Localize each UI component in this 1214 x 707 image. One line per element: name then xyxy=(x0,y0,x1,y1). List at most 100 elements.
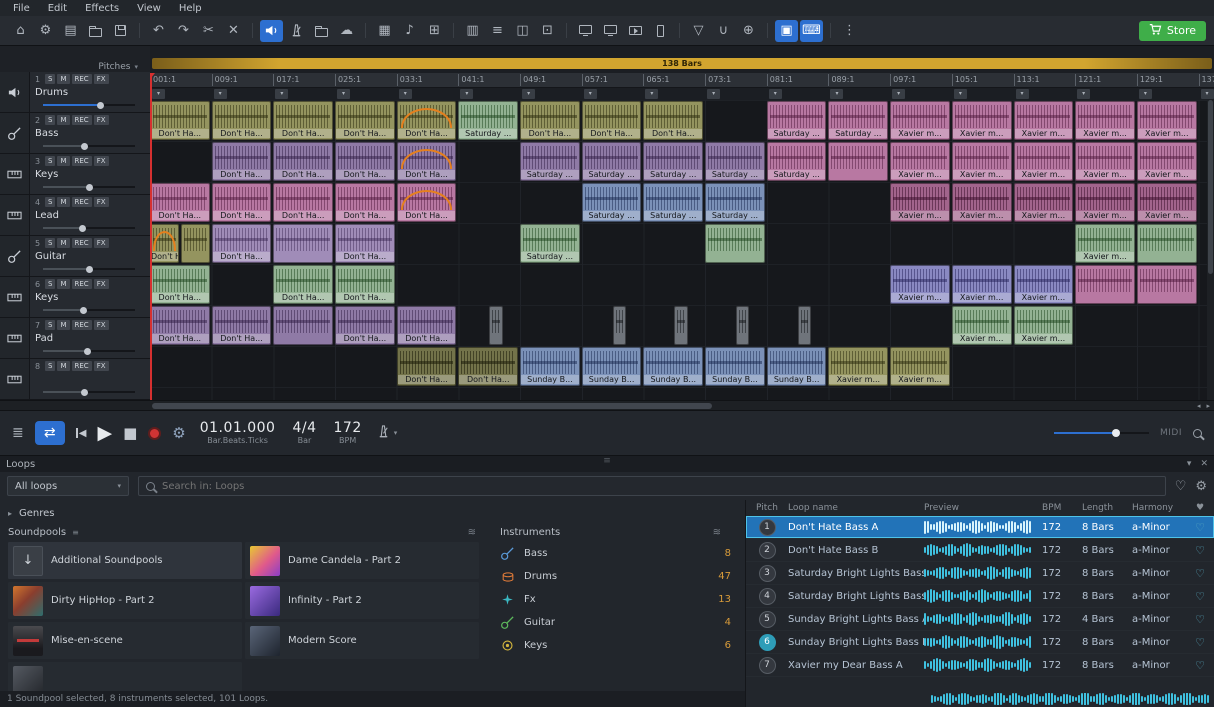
audio-clip[interactable]: Xavier m... xyxy=(952,101,1012,140)
volume-button[interactable]: ≡ xyxy=(486,20,509,42)
play-button[interactable]: ▶ xyxy=(97,422,112,444)
bpm-display[interactable]: 172 BPM xyxy=(334,420,362,445)
preview-monitor-button[interactable] xyxy=(599,20,622,42)
clip-variation-dropdown[interactable]: ▾ xyxy=(1139,89,1152,99)
track-volume-slider[interactable] xyxy=(43,347,135,355)
audio-clip[interactable]: Xavier m... xyxy=(1075,224,1135,263)
loop-playback-button[interactable]: ⇄ xyxy=(35,421,65,445)
audio-clip[interactable]: Don't Ha... xyxy=(335,265,395,304)
audio-clip[interactable]: Don't Ha... xyxy=(212,183,272,222)
audio-clip[interactable]: Xavier m... xyxy=(1014,265,1074,304)
track-6-rec-button[interactable]: REC xyxy=(72,279,92,289)
audio-clip[interactable] xyxy=(674,306,687,345)
favorite-heart-icon[interactable]: ♡ xyxy=(1188,613,1212,626)
panel-resize-grip[interactable]: ≡ xyxy=(603,456,611,466)
menu-edit[interactable]: Edit xyxy=(39,2,76,15)
audio-clip[interactable]: Saturday ... xyxy=(643,183,703,222)
menu-help[interactable]: Help xyxy=(170,2,211,15)
audio-clip[interactable]: Saturday ... xyxy=(520,142,580,181)
instrument-filter-item[interactable]: Bass8 xyxy=(500,542,731,565)
skip-to-start-button[interactable]: ◀ xyxy=(76,428,87,439)
pitch-circle[interactable]: 6 xyxy=(759,634,776,651)
horizontal-scrollbar-thumb[interactable] xyxy=(152,403,712,409)
track-5-fx-button[interactable]: FX xyxy=(94,238,109,248)
audio-clip[interactable] xyxy=(798,306,811,345)
pitch-circle[interactable]: 1 xyxy=(759,519,776,536)
preview-cell[interactable] xyxy=(924,634,1042,650)
track-header-6[interactable]: 6SMRECFXKeys xyxy=(0,277,150,318)
soundpool-item[interactable]: Mise-en-scene xyxy=(8,622,242,659)
track-5-m-button[interactable]: M xyxy=(57,238,69,248)
favorite-heart-icon[interactable]: ♡ xyxy=(1188,544,1212,557)
audio-clip[interactable]: Xavier m... xyxy=(952,183,1012,222)
audio-clip[interactable]: Don't Ha... xyxy=(150,183,210,222)
slider-knob[interactable] xyxy=(86,266,93,273)
audio-clip[interactable]: Saturday ... xyxy=(705,142,765,181)
filter-button[interactable]: ▽ xyxy=(687,20,710,42)
preview-cell[interactable] xyxy=(924,611,1042,627)
audio-clip[interactable]: Xavier m... xyxy=(890,142,950,181)
loops-settings-icon[interactable]: ⚙ xyxy=(1195,479,1207,494)
sort-icon[interactable]: ≡ xyxy=(72,528,79,537)
column-header-bpm[interactable]: BPM xyxy=(1042,503,1082,513)
metronome-button[interactable] xyxy=(285,20,308,42)
track-8-m-button[interactable]: M xyxy=(57,361,69,371)
video-monitor-button[interactable] xyxy=(574,20,597,42)
track-volume-slider[interactable] xyxy=(43,388,135,396)
column-header-preview[interactable]: Preview xyxy=(924,503,1042,513)
audio-clip[interactable] xyxy=(613,306,626,345)
audio-clip[interactable] xyxy=(828,142,888,181)
delete-button[interactable]: ✕ xyxy=(222,20,245,42)
loop-matrix-button[interactable]: ▦ xyxy=(373,20,396,42)
audio-clip[interactable]: Saturday ... xyxy=(582,183,642,222)
loop-row[interactable]: 7Xavier my Dear Bass A1728 Barsa-Minor♡ xyxy=(746,654,1214,677)
audio-clip[interactable]: Don't Ha... xyxy=(335,306,395,345)
cut-button[interactable]: ✂ xyxy=(197,20,220,42)
keyboard-panel-button[interactable]: ⌨ xyxy=(800,20,823,42)
audio-clip[interactable]: Saturday ... xyxy=(643,142,703,181)
pitches-selector[interactable]: Pitches ▾ xyxy=(0,62,150,72)
audio-clip[interactable]: Sunday B... xyxy=(520,347,580,386)
loop-row[interactable]: 2Don't Hate Bass B1728 Barsa-Minor♡ xyxy=(746,539,1214,562)
pitch-circle[interactable]: 2 xyxy=(759,542,776,559)
audio-clip[interactable] xyxy=(273,224,333,263)
melody-editor-button[interactable]: ♪ xyxy=(398,20,421,42)
slider-knob[interactable] xyxy=(81,389,88,396)
clip-variation-dropdown[interactable]: ▾ xyxy=(214,89,227,99)
track-1-fx-button[interactable]: FX xyxy=(94,74,109,84)
clip-variation-dropdown[interactable]: ▾ xyxy=(830,89,843,99)
menu-view[interactable]: View xyxy=(128,2,170,15)
clip-variation-dropdown[interactable]: ▾ xyxy=(645,89,658,99)
store-button[interactable]: Store xyxy=(1139,21,1206,41)
chevron-down-icon[interactable]: ▾ xyxy=(1187,459,1192,469)
pitch-circle[interactable]: 5 xyxy=(759,611,776,628)
bars-range-banner[interactable]: 138 Bars xyxy=(152,58,1212,69)
loop-row[interactable]: 5Sunday Bright Lights Bass A1724 Barsa-M… xyxy=(746,608,1214,631)
volume-knob[interactable] xyxy=(1112,429,1120,437)
audio-clip[interactable]: Xavier m... xyxy=(1075,183,1135,222)
collapse-section-icon[interactable]: ≋ xyxy=(713,527,721,538)
clip-variation-dropdown[interactable]: ▾ xyxy=(1016,89,1029,99)
favorite-heart-icon[interactable]: ♡ xyxy=(1188,636,1212,649)
track-header-3[interactable]: 3SMRECFXKeys xyxy=(0,154,150,195)
slider-knob[interactable] xyxy=(97,102,104,109)
menu-file[interactable]: File xyxy=(4,2,39,15)
clip-variation-dropdown[interactable]: ▾ xyxy=(460,89,473,99)
collapse-section-icon[interactable]: ≋ xyxy=(468,527,476,538)
new-project-button[interactable]: ▤ xyxy=(59,20,82,42)
track-5-rec-button[interactable]: REC xyxy=(72,238,92,248)
audio-clip[interactable]: Xavier m... xyxy=(828,347,888,386)
preview-cell[interactable] xyxy=(924,588,1042,604)
track-volume-slider[interactable] xyxy=(43,265,135,273)
audio-clip[interactable]: Don't Ha... xyxy=(643,101,703,140)
track-canvas[interactable]: Don't Ha...Don't Ha...Don't Ha...Don't H… xyxy=(150,100,1214,400)
track-8-s-button[interactable]: S xyxy=(45,361,55,371)
search-icon[interactable] xyxy=(1193,429,1202,438)
project-folder-button[interactable] xyxy=(310,20,333,42)
rack-button[interactable]: ⊡ xyxy=(536,20,559,42)
soundpool-item[interactable] xyxy=(8,662,242,691)
audio-clip[interactable]: Xavier m... xyxy=(1075,101,1135,140)
track-4-rec-button[interactable]: REC xyxy=(72,197,92,207)
preview-cell[interactable] xyxy=(924,519,1042,535)
record-button[interactable] xyxy=(148,427,161,440)
